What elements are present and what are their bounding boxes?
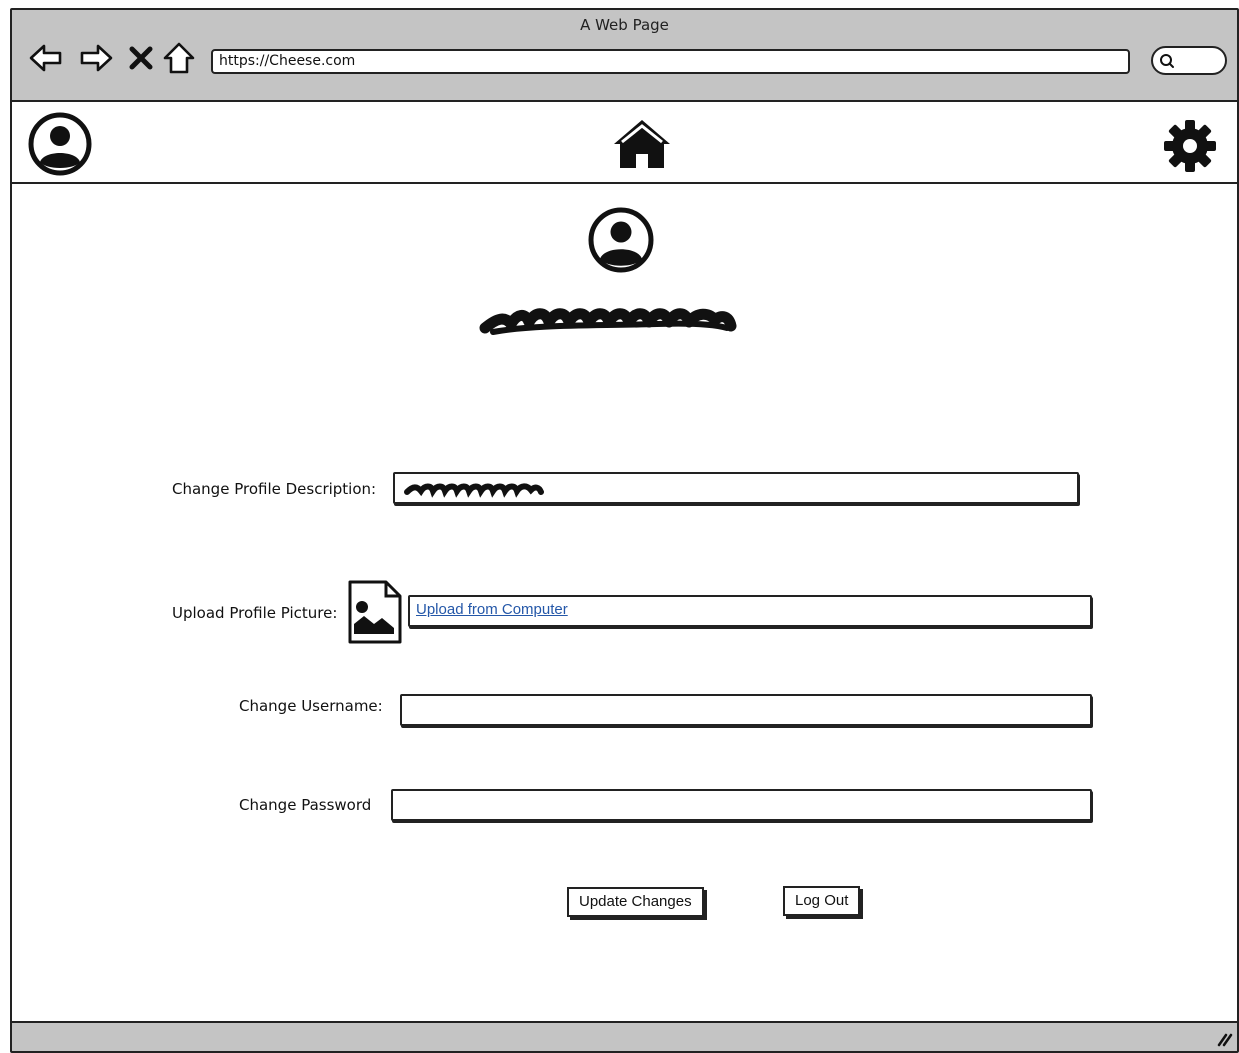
username-input[interactable]	[402, 696, 1090, 724]
forward-arrow-icon[interactable]	[78, 40, 114, 76]
image-file-icon[interactable]	[348, 580, 402, 644]
description-scribble	[403, 480, 545, 498]
window-title: A Web Page	[580, 16, 669, 34]
update-changes-button[interactable]: Update Changes	[567, 887, 704, 917]
url-bar[interactable]: https://Cheese.com	[211, 49, 1130, 74]
profile-name-scribble	[477, 302, 737, 340]
password-input[interactable]	[393, 791, 1090, 819]
description-input[interactable]	[393, 472, 1079, 504]
log-out-button[interactable]: Log Out	[783, 886, 861, 916]
picture-label: Upload Profile Picture:	[172, 604, 338, 622]
status-bar	[12, 1021, 1237, 1051]
profile-avatar-icon	[587, 206, 655, 274]
browser-toolbar: A Web Page https://Cheese.com	[12, 10, 1237, 102]
resize-handle-icon[interactable]	[1211, 1026, 1233, 1048]
upload-from-computer-link[interactable]: Upload from Computer	[416, 601, 568, 618]
gear-icon[interactable]	[1162, 118, 1218, 174]
back-arrow-icon[interactable]	[28, 40, 64, 76]
browser-search-box[interactable]	[1151, 46, 1227, 75]
app-header	[12, 102, 1237, 184]
username-field[interactable]	[400, 694, 1092, 726]
home-outline-icon[interactable]	[162, 40, 196, 76]
user-circle-icon[interactable]	[28, 112, 92, 176]
description-label: Change Profile Description:	[172, 480, 377, 498]
username-label: Change Username:	[239, 697, 383, 715]
browser-window: A Web Page https://Cheese.com Change Pro…	[10, 8, 1239, 1053]
password-label: Change Password	[239, 796, 372, 814]
upload-field[interactable]: Upload from Computer	[408, 595, 1092, 627]
profile-settings-page: Change Profile Description: Upload Profi…	[12, 184, 1237, 1024]
home-icon[interactable]	[612, 118, 672, 170]
magnifier-icon	[1160, 54, 1174, 68]
password-field[interactable]	[391, 789, 1092, 821]
stop-x-icon[interactable]	[126, 40, 156, 76]
